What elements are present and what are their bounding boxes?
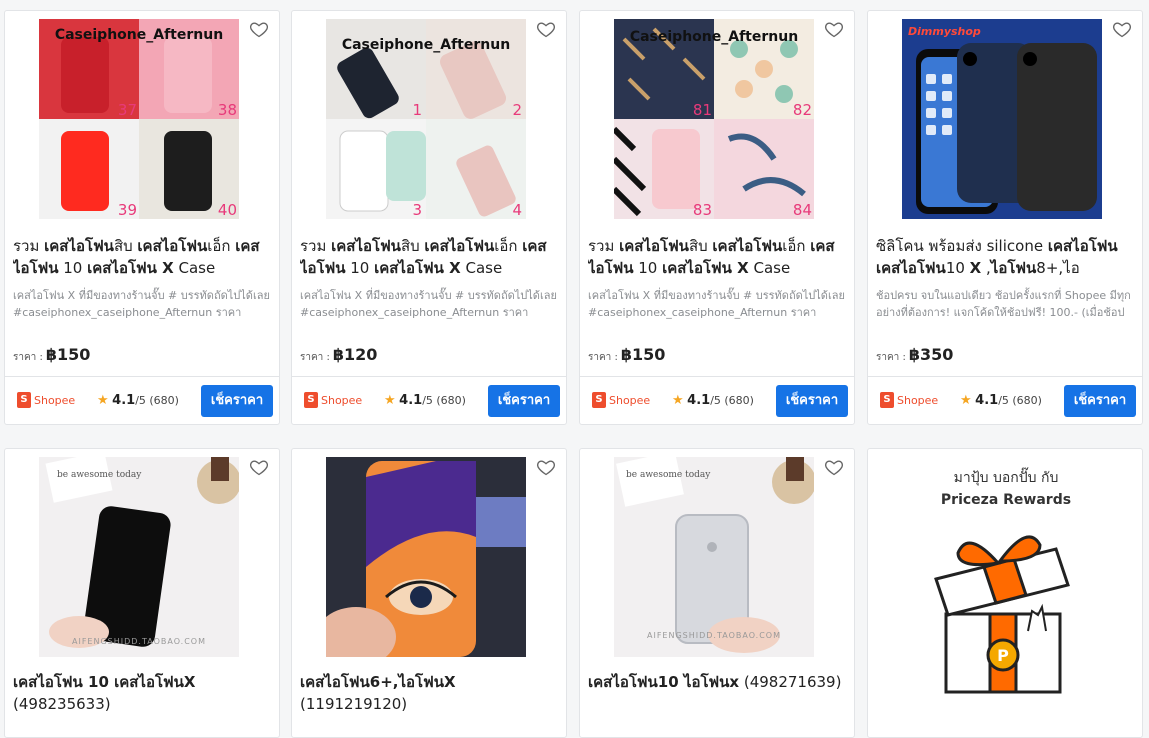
product-title[interactable]: ซิลิโคน พร้อมส่ง silicone เคสไอโฟนเคสไอโ…	[876, 235, 1134, 279]
shopee-bag-icon: S	[880, 392, 894, 408]
svg-text:81: 81	[693, 101, 712, 119]
svg-text:38: 38	[218, 101, 237, 119]
product-card[interactable]: be awesome today AIFENGSHIDD.TAOBAO.COM …	[4, 448, 280, 738]
product-title[interactable]: รวม เคสไอโฟนสิบ เคสไอโฟนเอ็ก เคสไอโฟน 10…	[588, 235, 846, 279]
svg-text:3: 3	[412, 201, 422, 219]
price-row: ราคา : ฿150	[588, 345, 665, 365]
star-icon: ★	[97, 393, 109, 408]
card-footer: S Shopee ★ 4.1/5 (680) เช็คราคา	[580, 376, 854, 424]
product-description: เคสไอโฟน X ที่มีของทางร้านจั๊บ # บรรทัดถ…	[300, 289, 557, 319]
heart-icon[interactable]	[824, 457, 844, 477]
svg-text:4: 4	[512, 201, 522, 219]
heart-icon[interactable]	[536, 19, 556, 39]
price-row: ราคา : ฿120	[300, 345, 377, 365]
price-row: ราคา : ฿150	[13, 345, 90, 365]
heart-icon[interactable]	[249, 19, 269, 39]
product-id: (498271639)	[743, 673, 842, 691]
heart-icon[interactable]	[824, 19, 844, 39]
rating: ★ 4.1/5 (680)	[384, 393, 466, 408]
price-row: ราคา : ฿350	[876, 345, 953, 365]
product-description: ช้อปครบ จบในแอปเดียว ช้อปครั้งแรกที่ Sho…	[876, 289, 1131, 319]
promo-brand: Priceza Rewards	[940, 492, 1072, 508]
price-value: ฿150	[620, 345, 666, 364]
shopee-bag-icon: S	[592, 392, 606, 408]
product-image[interactable]: be awesome today AIFENGSHIDD.TAOBAO.COM	[39, 457, 239, 657]
card-footer: S Shopee ★ 4.1/5 (680) เช็คราคา	[292, 376, 566, 424]
product-id: (498235633)	[13, 695, 111, 713]
rating: ★ 4.1/5 (680)	[97, 393, 179, 408]
price-value: ฿120	[332, 345, 378, 364]
shopee-bag-icon: S	[304, 392, 318, 408]
card-footer: S Shopee ★ 4.1/5 (680) เช็คราคา	[868, 376, 1142, 424]
image-caption: Caseiphone_Afternun	[630, 29, 798, 45]
shopee-logo: S Shopee	[592, 392, 650, 408]
product-title[interactable]: เคสไอโฟน 10 เคสไอโฟนX (498235633)	[13, 671, 271, 715]
product-title[interactable]: รวม เคสไอโฟนสิบ เคสไอโฟนเอ็ก เคสไอโฟน 10…	[300, 235, 558, 279]
card-text: be awesome today	[57, 470, 142, 480]
svg-text:83: 83	[693, 201, 712, 219]
product-card[interactable]: Dimmyshop ซิลิโคน พร้อมส่ง silicone เคสไ…	[867, 10, 1143, 425]
svg-text:39: 39	[118, 201, 137, 219]
shopee-logo: S Shopee	[17, 392, 75, 408]
product-image[interactable]: Caseiphone_Afternun 81 82 83 84	[614, 19, 814, 219]
rating: ★ 4.1/5 (680)	[672, 393, 754, 408]
product-description: เคสไอโฟน X ที่มีของทางร้านจั๊บ # บรรทัดถ…	[13, 289, 270, 319]
price-value: ฿150	[45, 345, 91, 364]
card-text: be awesome today	[626, 470, 711, 480]
check-price-button[interactable]: เช็คราคา	[776, 385, 848, 417]
svg-text:82: 82	[793, 101, 812, 119]
heart-icon[interactable]	[249, 457, 269, 477]
product-card[interactable]: Caseiphone_Afternun 1 2 3 4 รวม เคสไอโฟน…	[291, 10, 567, 425]
check-price-button[interactable]: เช็คราคา	[201, 385, 273, 417]
watermark: AIFENGSHIDD.TAOBAO.COM	[72, 637, 206, 646]
product-card[interactable]: Caseiphone_Afternun 81 82 83 84 รวม เคสไ…	[579, 10, 855, 425]
product-card[interactable]: be awesome today AIFENGSHIDD.TAOBAO.COM …	[579, 448, 855, 738]
svg-text:1: 1	[412, 101, 422, 119]
gift-box-icon: P	[934, 535, 1070, 694]
price-label: ราคา :	[13, 352, 43, 363]
shopee-logo: S Shopee	[304, 392, 362, 408]
check-price-button[interactable]: เช็คราคา	[488, 385, 560, 417]
promo-card[interactable]: มาปุ้บ บอกปั๊บ กับ Priceza Rewards P	[867, 448, 1143, 738]
card-footer: S Shopee ★ 4.1/5 (680) เช็คราคา	[5, 376, 279, 424]
star-icon: ★	[672, 393, 684, 408]
price-label: ราคา :	[876, 352, 906, 363]
image-caption: Caseiphone_Afternun	[55, 27, 223, 43]
image-caption: Caseiphone_Afternun	[342, 37, 510, 53]
rating: ★ 4.1/5 (680)	[960, 393, 1042, 408]
product-title[interactable]: เคสไอโฟน6+,ไอโฟนX (1191219120)	[300, 671, 558, 715]
watermark: AIFENGSHIDD.TAOBAO.COM	[647, 631, 781, 640]
promo-text: มาปุ้บ บอกปั๊บ กับ Priceza Rewards	[868, 467, 1142, 511]
product-image[interactable]: Dimmyshop	[902, 19, 1102, 219]
heart-icon[interactable]	[536, 457, 556, 477]
shopee-bag-icon: S	[17, 392, 31, 408]
heart-icon[interactable]	[1112, 19, 1132, 39]
svg-text:40: 40	[218, 201, 237, 219]
product-card[interactable]: Caseiphone_Afternun 38 37 39 40 รวม เคสไ…	[4, 10, 280, 425]
coin-letter: P	[997, 646, 1009, 665]
product-card[interactable]: เคสไอโฟน6+,ไอโฟนX (1191219120)	[291, 448, 567, 738]
product-title[interactable]: รวม เคสไอโฟนสิบ เคสไอโฟนเอ็ก เคสไอโฟน 10…	[13, 235, 271, 279]
price-value: ฿350	[908, 345, 954, 364]
svg-text:37: 37	[118, 101, 137, 119]
product-image[interactable]: Caseiphone_Afternun 38 37 39 40	[39, 19, 239, 219]
price-label: ราคา :	[300, 352, 330, 363]
shopee-logo: S Shopee	[880, 392, 938, 408]
price-label: ราคา :	[588, 352, 618, 363]
product-image[interactable]: Caseiphone_Afternun 1 2 3 4	[326, 19, 526, 219]
svg-text:84: 84	[793, 201, 812, 219]
promo-line: มาปุ้บ บอกปั๊บ กับ	[953, 470, 1059, 486]
star-icon: ★	[384, 393, 396, 408]
star-icon: ★	[960, 393, 972, 408]
image-caption: Dimmyshop	[908, 25, 981, 38]
product-description: เคสไอโฟน X ที่มีของทางร้านจั๊บ # บรรทัดถ…	[588, 289, 845, 319]
check-price-button[interactable]: เช็คราคา	[1064, 385, 1136, 417]
product-id: (1191219120)	[300, 695, 408, 713]
product-image[interactable]	[326, 457, 526, 657]
product-title[interactable]: เคสไอโฟน10 ไอโฟนx (498271639)	[588, 671, 846, 693]
svg-text:2: 2	[512, 101, 522, 119]
product-image[interactable]: be awesome today AIFENGSHIDD.TAOBAO.COM	[614, 457, 814, 657]
